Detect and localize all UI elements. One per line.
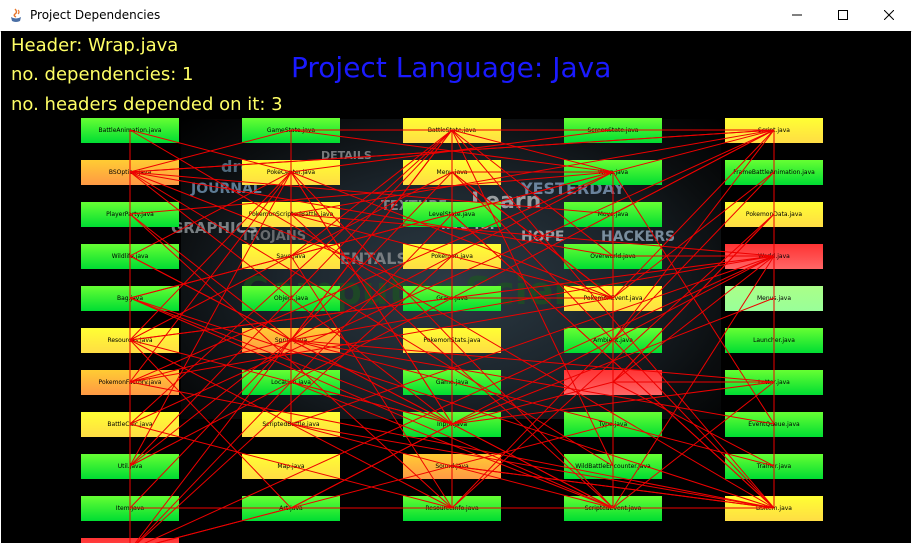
dependency-edge — [129, 339, 292, 467]
close-icon — [884, 10, 894, 20]
java-icon — [11, 8, 21, 22]
title-bar: Project Dependencies — [0, 0, 912, 32]
selected-header-label: Header: Wrap.java — [11, 35, 179, 56]
dependency-count-label: no. dependencies: 1 — [11, 64, 194, 85]
dependency-edge — [290, 129, 775, 215]
close-button[interactable] — [866, 0, 912, 31]
window-title: Project Dependencies — [30, 8, 161, 22]
dependency-edge — [129, 423, 453, 509]
minimize-button[interactable] — [774, 0, 820, 31]
dependency-edge — [612, 129, 775, 299]
dependency-edge — [290, 339, 775, 383]
dependency-edge — [612, 381, 775, 509]
project-language-title: Project Language: Java — [291, 51, 612, 84]
dependency-edge — [129, 171, 292, 467]
dependency-edge — [612, 129, 775, 341]
dependency-edge — [129, 171, 292, 341]
dependency-edge — [290, 255, 775, 425]
maximize-icon — [838, 10, 848, 20]
depended-on-count-label: no. headers depended on it: 3 — [11, 94, 283, 115]
dependency-edge — [451, 129, 614, 173]
dependency-edge — [129, 255, 614, 509]
minimize-icon — [792, 14, 802, 16]
dependency-edge — [290, 255, 775, 341]
dependency-edge — [290, 213, 775, 257]
dependency-graph-canvas[interactable]: dreamsJOURNALTEXTURETROJANSFUNDAMENTALSG… — [1, 31, 911, 543]
maximize-button[interactable] — [820, 0, 866, 31]
dependency-edge — [129, 171, 614, 467]
dependency-edge — [129, 171, 292, 257]
